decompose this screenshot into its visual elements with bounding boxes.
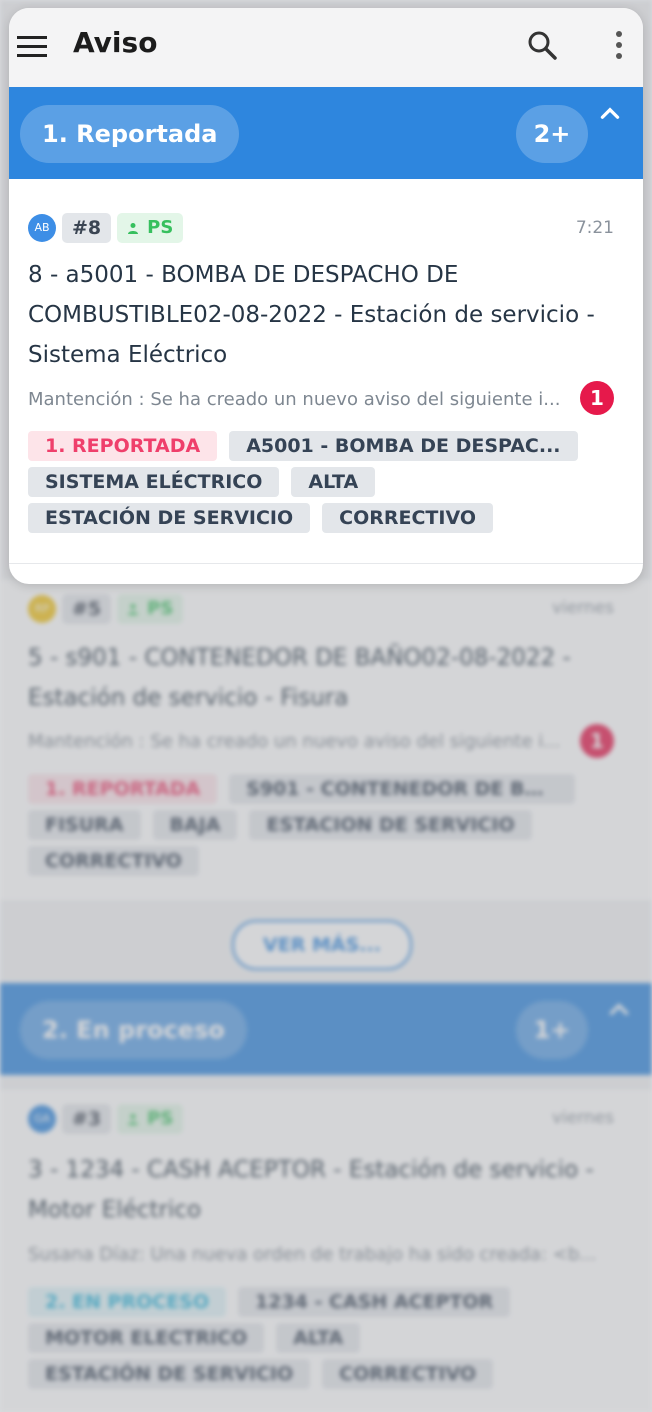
- type-tag: CORRECTIVO: [322, 503, 493, 533]
- location-tag: ESTACIÓN DE SERVICIO: [28, 503, 311, 533]
- section-label: 1. Reportada: [20, 105, 240, 163]
- search-icon[interactable]: [525, 28, 559, 62]
- page-title: Aviso: [73, 26, 158, 59]
- more-vert-icon[interactable]: [609, 28, 629, 62]
- person-icon: [128, 223, 139, 234]
- assignee-label: PS: [147, 217, 174, 238]
- failure-tag: SISTEMA ELÉCTRICO: [28, 467, 280, 497]
- priority-tag: ALTA: [291, 467, 376, 497]
- app-bar: Aviso: [9, 8, 643, 87]
- status-tag: 1. REPORTADA: [28, 431, 218, 461]
- tag-list: 1. REPORTADA A5001 - BOMBA DE DESPAC... …: [28, 431, 588, 533]
- avatar: AB: [28, 214, 56, 242]
- asset-tag: A5001 - BOMBA DE DESPAC...: [229, 431, 578, 461]
- card-meta: AB #8 PS: [28, 213, 184, 243]
- card-number: #8: [62, 213, 112, 243]
- assignee-chip: PS: [117, 213, 184, 243]
- list-item[interactable]: AB #8 PS 7:21 8 - a5001 - BOMBA DE DESPA…: [9, 179, 643, 564]
- card-time: 7:21: [575, 218, 614, 238]
- card-title: 8 - a5001 - BOMBA DE DESPACHO DE COMBUST…: [28, 262, 595, 368]
- section-count: 2+: [516, 105, 588, 163]
- section-header-reportada[interactable]: 1. Reportada 2+: [9, 87, 643, 179]
- unread-badge: 1: [580, 381, 614, 415]
- menu-icon[interactable]: [15, 33, 49, 61]
- card-description: Mantención : Se ha creado un nuevo aviso…: [28, 389, 561, 410]
- focused-panel: Aviso 1. Reportada 2+ AB #8 PS 7:21 8 - …: [9, 8, 643, 584]
- chevron-up-icon[interactable]: [597, 101, 623, 127]
